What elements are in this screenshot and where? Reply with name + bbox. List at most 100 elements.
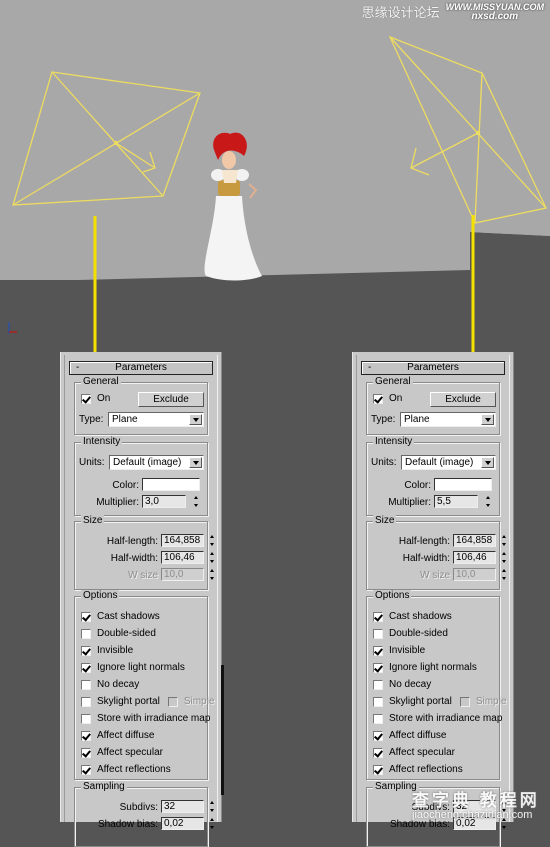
option-row[interactable]: Store with irradiance map — [81, 713, 210, 724]
half-width-field[interactable]: 106,46 — [453, 551, 496, 564]
half-width-spinner[interactable] — [500, 551, 509, 564]
on-checkbox[interactable] — [373, 393, 383, 404]
option-checkbox[interactable] — [81, 645, 91, 656]
character-model[interactable] — [204, 132, 262, 281]
option-row[interactable]: Affect diffuse — [81, 730, 154, 741]
option-row[interactable]: Invisible — [81, 645, 133, 656]
option-row[interactable]: Cast shadows — [81, 611, 160, 622]
color-swatch[interactable] — [142, 478, 200, 491]
on-row[interactable]: On — [81, 393, 110, 404]
half-length-label: Half-length: — [398, 536, 450, 547]
option-label: No decay — [97, 679, 140, 690]
option-label: Affect reflections — [97, 764, 171, 775]
chevron-down-icon[interactable] — [481, 457, 494, 468]
shadow-bias-spinner[interactable] — [208, 817, 217, 830]
subdivs-field[interactable]: 32 — [161, 800, 204, 813]
half-length-field[interactable]: 164,858 — [161, 534, 204, 547]
option-row[interactable]: Affect reflections — [81, 764, 171, 775]
option-label: Affect diffuse — [97, 730, 155, 741]
vray-light-left[interactable] — [12, 71, 201, 206]
option-label: Double-sided — [389, 628, 448, 639]
option-checkbox[interactable] — [373, 679, 383, 690]
panel-scrollbar[interactable] — [221, 665, 224, 795]
w-size-field: 10,0 — [161, 568, 204, 581]
group-intensity: Intensity Units: Default (image) Color: … — [366, 436, 500, 516]
option-checkbox[interactable] — [373, 730, 383, 741]
option-checkbox[interactable] — [373, 747, 383, 758]
option-checkbox[interactable] — [81, 628, 91, 639]
option-checkbox[interactable] — [81, 764, 91, 775]
option-row[interactable]: Cast shadows — [373, 611, 452, 622]
group-title: General — [81, 376, 121, 388]
chevron-down-icon[interactable] — [189, 414, 202, 425]
shadow-bias-field[interactable]: 0,02 — [161, 817, 204, 830]
option-checkbox[interactable] — [81, 747, 91, 758]
simple-checkbox[interactable] — [167, 696, 178, 707]
rollout-title: Parameters — [115, 362, 167, 373]
half-width-field[interactable]: 106,46 — [161, 551, 204, 564]
color-swatch[interactable] — [434, 478, 492, 491]
rollout-header-parameters[interactable]: - Parameters — [69, 361, 213, 375]
collapse-toggle-icon[interactable]: - — [368, 362, 371, 374]
option-checkbox[interactable] — [81, 662, 91, 673]
rollout-header-parameters[interactable]: - Parameters — [361, 361, 505, 375]
simple-checkbox[interactable] — [459, 696, 470, 707]
vray-light-right[interactable] — [388, 35, 547, 224]
option-checkbox[interactable] — [81, 730, 91, 741]
multiplier-field[interactable]: 3,0 — [142, 495, 186, 508]
group-size: Size Half-length: 164,858 Half-width: 10… — [366, 515, 506, 590]
type-dropdown[interactable]: Plane — [400, 412, 496, 427]
option-label: Skylight portal — [97, 696, 160, 707]
group-title: Intensity — [373, 436, 415, 448]
option-row[interactable]: Skylight portal Simple — [81, 696, 214, 707]
option-checkbox[interactable] — [81, 611, 91, 622]
half-length-spinner[interactable] — [500, 534, 509, 547]
watermark-bottom: 查字典 教程网 jiaocheng.chazidian.com — [412, 786, 550, 821]
half-length-field[interactable]: 164,858 — [453, 534, 496, 547]
option-row[interactable]: Store with irradiance map — [373, 713, 502, 724]
option-row[interactable]: Affect specular — [373, 747, 455, 758]
option-checkbox[interactable] — [81, 696, 91, 707]
units-label: Units: — [79, 457, 105, 468]
group-title: Options — [373, 590, 412, 602]
chevron-down-icon[interactable] — [481, 414, 494, 425]
option-row[interactable]: Double-sided — [81, 628, 156, 639]
chevron-down-icon[interactable] — [189, 457, 202, 468]
option-row[interactable]: Skylight portal Simple — [373, 696, 506, 707]
on-row[interactable]: On — [373, 393, 402, 404]
collapse-toggle-icon[interactable]: - — [76, 362, 79, 374]
option-checkbox[interactable] — [373, 713, 383, 724]
half-length-spinner[interactable] — [208, 534, 217, 547]
option-checkbox[interactable] — [373, 628, 383, 639]
option-row[interactable]: Double-sided — [373, 628, 448, 639]
option-row[interactable]: No decay — [81, 679, 139, 690]
color-label: Color: — [404, 480, 431, 491]
subdivs-spinner[interactable] — [208, 800, 217, 813]
on-checkbox[interactable] — [81, 393, 91, 404]
type-dropdown[interactable]: Plane — [108, 412, 204, 427]
units-dropdown[interactable]: Default (image) — [109, 455, 204, 470]
exclude-button[interactable]: Exclude — [430, 392, 496, 407]
multiplier-field[interactable]: 5,5 — [434, 495, 478, 508]
watermark-site-name: 思缘设计论坛 — [361, 5, 440, 20]
option-checkbox[interactable] — [373, 645, 383, 656]
units-dropdown[interactable]: Default (image) — [401, 455, 496, 470]
multiplier-spinner[interactable] — [192, 495, 201, 508]
option-checkbox[interactable] — [81, 713, 91, 724]
half-width-spinner[interactable] — [208, 551, 217, 564]
option-checkbox[interactable] — [81, 679, 91, 690]
multiplier-spinner[interactable] — [484, 495, 493, 508]
group-options: Options Cast shadows Double-sided Invisi… — [366, 590, 506, 780]
option-row[interactable]: Ignore light normals — [373, 662, 477, 673]
option-row[interactable]: Ignore light normals — [81, 662, 185, 673]
option-checkbox[interactable] — [373, 696, 383, 707]
option-row[interactable]: Affect specular — [81, 747, 163, 758]
option-row[interactable]: Affect diffuse — [373, 730, 446, 741]
option-checkbox[interactable] — [373, 764, 383, 775]
option-checkbox[interactable] — [373, 611, 383, 622]
exclude-button[interactable]: Exclude — [138, 392, 204, 407]
option-checkbox[interactable] — [373, 662, 383, 673]
option-row[interactable]: Invisible — [373, 645, 425, 656]
option-row[interactable]: No decay — [373, 679, 431, 690]
option-row[interactable]: Affect reflections — [373, 764, 463, 775]
